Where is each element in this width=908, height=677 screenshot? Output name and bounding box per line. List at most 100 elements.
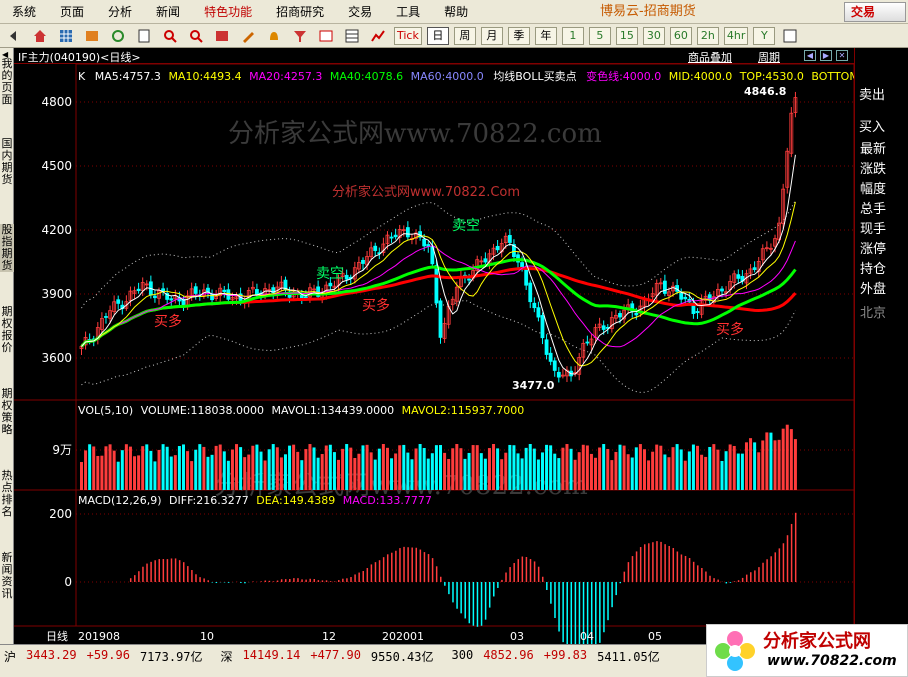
kline-chart[interactable]: 4800 4500 4200 3900 3600 9万 200 0 K MA5:… [14,64,854,644]
zoom-out-icon[interactable] [186,27,206,45]
period-y-button[interactable]: Y [753,26,776,45]
menu-news[interactable]: 新闻 [144,0,192,24]
overlay-button[interactable]: 商品叠加 [688,49,732,65]
macd-bar [395,550,397,582]
line-chart-icon[interactable] [368,27,388,45]
menu-tools[interactable]: 工具 [384,0,432,24]
sidebar-tab-options-strategy[interactable]: 期权策略 [0,388,14,436]
volume-bar [353,458,357,490]
macd-bar [440,576,442,582]
new-icon[interactable] [316,27,336,45]
menu-analysis[interactable]: 分析 [96,0,144,24]
macd-bar [211,582,214,583]
signal-buy-3: 买多 [716,321,744,338]
trade-button[interactable]: 交易 [844,2,906,22]
period-2h-button[interactable]: 2h [696,26,719,45]
candle-body [679,292,684,300]
candle-body [720,288,724,292]
quote-region: 北京 [860,306,887,321]
page-icon[interactable] [134,27,154,45]
period-year-button[interactable]: 年 [534,26,557,45]
volume-bar [283,454,287,490]
sidebar-tab-news[interactable]: 新闻资讯 [0,552,14,600]
volume-bar [663,454,667,490]
candle-body [524,268,529,286]
menu-system[interactable]: 系统 [0,0,48,24]
macd-bar [770,556,772,582]
volume-bar [406,452,410,490]
macd-bar [774,552,777,582]
x-tick-10: 10 [200,630,214,643]
period-1min-button[interactable]: 1 [561,26,584,45]
macd-bar [513,563,515,582]
zoom-in-icon[interactable] [160,27,180,45]
window-close-icon[interactable]: ✕ [836,50,848,61]
volume-bar [210,454,214,490]
pen-icon[interactable] [238,27,258,45]
macd-bar [244,582,246,584]
volume-bar [687,451,691,490]
volume-bar [761,440,765,490]
macd-bar [786,535,789,582]
period-quarter-button[interactable]: 季 [507,26,530,45]
menu-help[interactable]: 帮助 [432,0,480,24]
macd-bar [648,543,650,582]
table-icon[interactable] [342,27,362,45]
period-4hr-button[interactable]: 4hr [723,26,749,45]
period-day-button[interactable]: 日 [426,26,449,45]
period-60min-button[interactable]: 60 [669,26,692,45]
volume-bar [239,447,243,490]
scroll-left-icon[interactable]: ◀ [804,50,816,61]
legend-ma60: MA60:4000.0 [411,70,484,83]
macd-bar [134,575,136,582]
macd-bar [790,523,793,582]
macd-bar [411,547,413,582]
macd-bar [415,547,418,582]
candle-body [434,265,439,304]
period-week-button[interactable]: 周 [453,26,476,45]
period-30min-button[interactable]: 30 [642,26,665,45]
home-icon[interactable] [30,27,50,45]
macd-bar [680,554,683,582]
menu-trade[interactable]: 交易 [336,0,384,24]
volume-bar [235,444,239,490]
tick-button[interactable]: Tick [394,26,422,45]
volume-bar [341,448,345,490]
quote-latest: 最新 [860,142,887,157]
sidebar-tab-my-pages[interactable]: 我的页面 [0,58,14,106]
volume-bar [410,459,414,490]
sidebar-tab-domestic-futures[interactable]: 国内期货 [0,138,14,186]
volume-bar [161,444,165,490]
period-15min-button[interactable]: 15 [615,26,638,45]
candle-body [601,325,606,330]
bell-icon[interactable] [264,27,284,45]
macd-bar [178,560,181,582]
candle-body [405,227,410,238]
period-5min-button[interactable]: 5 [588,26,611,45]
menu-features[interactable]: 特色功能 [192,0,264,24]
settings-icon[interactable] [780,27,800,45]
menu-research[interactable]: 招商研究 [264,0,336,24]
sidebar-tab-index-futures[interactable]: 股指期货 [0,224,14,272]
macd-bar [660,541,662,582]
sell-button[interactable]: 卖出 [859,84,885,103]
back-icon[interactable] [4,27,24,45]
grid-icon[interactable] [56,27,76,45]
period-month-button[interactable]: 月 [480,26,503,45]
window-icon[interactable] [212,27,232,45]
buy-button[interactable]: 买入 [859,116,885,135]
candle-body [695,311,700,314]
menu-page[interactable]: 页面 [48,0,96,24]
volume-bar [259,451,263,490]
macd-bar [129,578,132,582]
volume-bar [320,454,324,490]
filter-icon[interactable] [290,27,310,45]
refresh-icon[interactable] [108,27,128,45]
macd-bar [778,548,781,582]
sidebar-tab-options-quote[interactable]: 期权报价 [0,306,14,354]
sidebar-tab-hot-ranking[interactable]: 热点排名 [0,470,14,518]
volume-bar [296,451,300,490]
list-icon[interactable] [82,27,102,45]
period-button[interactable]: 周期 [758,49,780,65]
scroll-right-icon[interactable]: ▶ [820,50,832,61]
